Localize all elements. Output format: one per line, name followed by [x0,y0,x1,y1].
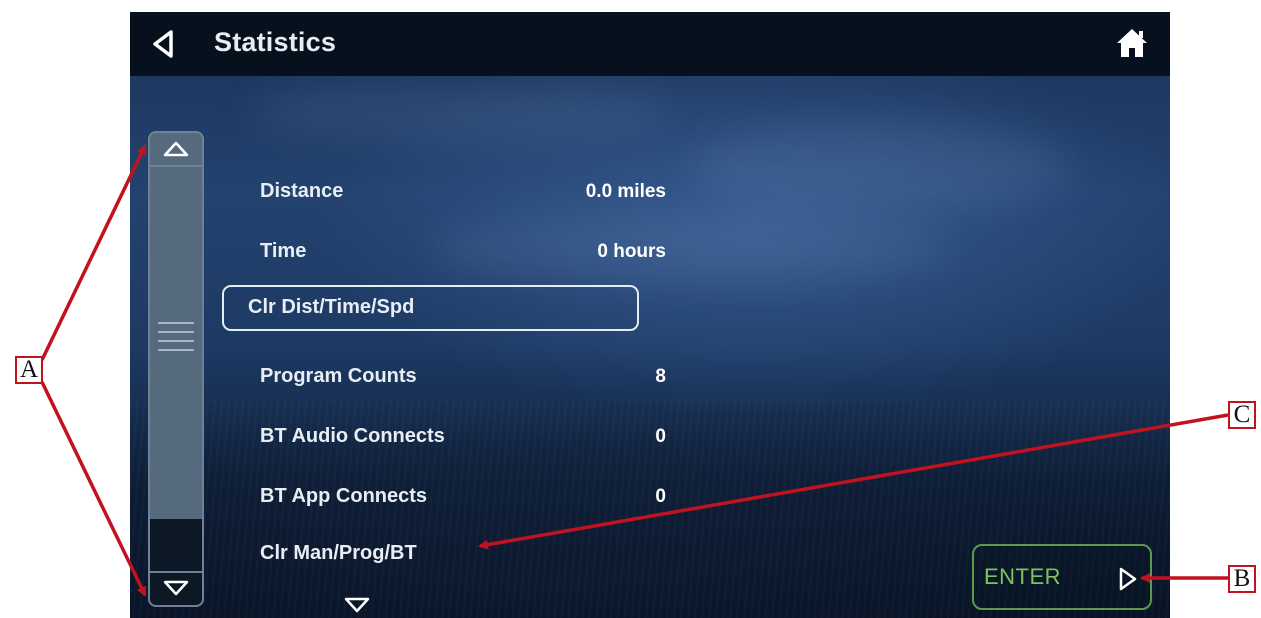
list-item-label: Program Counts [260,365,417,387]
list-item-bt-app-connects[interactable]: BT App Connects 0 [220,475,760,521]
list-item-clear-man-prog-bt[interactable]: Clr Man/Prog/BT [220,532,760,578]
list-item-clear-dist-time-spd[interactable]: Clr Dist/Time/Spd [222,285,639,331]
more-below-chevron-icon [344,597,370,613]
list-item-label: Clr Man/Prog/BT [260,542,417,564]
scrollbar[interactable] [148,131,204,607]
home-icon[interactable] [1115,26,1149,60]
list-item-value: 0 [655,486,666,507]
chevron-up-icon [163,141,189,157]
callout-a: A [15,356,43,384]
chevron-down-icon [163,580,189,596]
enter-button-label: ENTER [984,564,1062,589]
list-item-label: Clr Dist/Time/Spd [248,296,415,318]
background-cloud [250,82,670,142]
list-item-value: 0 hours [597,241,666,262]
page-title: Statistics [214,27,337,57]
list-item-value: 8 [655,366,666,387]
callout-b: B [1228,565,1256,593]
list-item-label: BT App Connects [260,485,428,507]
list-item-bt-audio-connects[interactable]: BT Audio Connects 0 [220,415,760,461]
list-item-time[interactable]: Time 0 hours [220,230,760,276]
scroll-handle[interactable] [158,322,194,362]
list-item-value: 0.0 miles [585,181,666,202]
list-item-program-counts[interactable]: Program Counts 8 [220,355,760,401]
enter-button[interactable]: ENTER [972,544,1152,610]
list-item-label: BT Audio Connects [260,425,445,447]
top-bar: Statistics [130,12,1170,76]
list-item-value: 0 [655,426,666,447]
scroll-down-button[interactable] [150,571,202,605]
device-screen: Statistics Distance 0.0 miles Time 0 hou… [130,12,1170,618]
list-item-distance[interactable]: Distance 0.0 miles [220,170,760,216]
callout-c: C [1228,401,1256,429]
list-item-label: Distance [260,180,344,202]
list-item-label: Time [260,240,307,262]
scroll-up-button[interactable] [150,133,202,167]
play-triangle-icon [1119,567,1137,591]
back-triangle-icon[interactable] [150,29,176,59]
